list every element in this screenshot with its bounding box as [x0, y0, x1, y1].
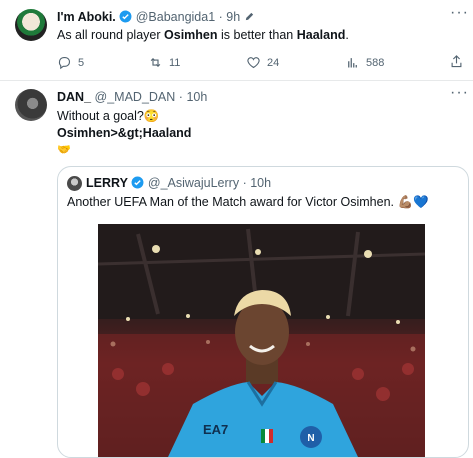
views-chart-icon	[348, 58, 357, 68]
flexed-biceps-emoji: 💪🏽	[397, 195, 414, 209]
reply-button[interactable]: 5	[57, 55, 84, 70]
reply-count: 5	[78, 56, 85, 69]
views-button[interactable]: 588	[345, 55, 384, 70]
share-button[interactable]	[449, 54, 464, 74]
handle[interactable]: @Babangida1	[136, 10, 215, 24]
quote-header: LERRY @_AsiwajuLerry · 10h	[86, 176, 271, 190]
separator-dot: ·	[178, 90, 183, 104]
text-segment: Without a goal?	[57, 109, 144, 123]
timestamp[interactable]: 10h	[186, 90, 207, 104]
blue-heart-emoji: 💙	[413, 195, 429, 209]
separator-dot: ·	[218, 10, 223, 24]
tweet-text: Without a goal?😳 Osimhen>&gt;Haaland 🤝	[57, 108, 191, 159]
reply-icon	[58, 56, 71, 70]
text-segment-bold: >&gt;	[110, 126, 143, 140]
like-count: 24	[267, 56, 280, 69]
text-segment-bold: Osimhen	[164, 28, 218, 42]
stadium-scene: N	[98, 224, 425, 457]
text-line: 🤝	[57, 142, 191, 159]
heart-icon	[247, 57, 260, 69]
text-segment: As all round player	[57, 28, 165, 42]
handshake-emoji: 🤝	[57, 144, 71, 156]
retweet-button[interactable]: 11	[148, 55, 180, 70]
handle[interactable]: @_MAD_DAN	[95, 90, 176, 104]
view-count: 588	[366, 56, 385, 69]
avatar	[67, 176, 82, 191]
quote-text: Another UEFA Man of the Match award for …	[67, 195, 429, 210]
tweet-header: I'm Aboki. @Babangida1 · 9h	[57, 10, 255, 24]
tweet-1[interactable]: I'm Aboki. @Babangida1 · 9h ··· As all r…	[0, 0, 473, 80]
text-segment-bold: Haaland	[142, 126, 192, 140]
retweet-count: 11	[169, 56, 181, 69]
tweet-header: DAN_ @_MAD_DAN · 10h	[57, 90, 207, 104]
flushed-face-emoji: 😳	[143, 109, 160, 123]
text-line: Osimhen>&gt;Haaland	[57, 125, 191, 142]
jersey-brand-label: EA7	[203, 422, 229, 437]
text-segment-bold: Haaland	[296, 28, 346, 42]
handle: @_AsiwajuLerry	[147, 176, 240, 190]
share-icon	[451, 55, 462, 68]
text-line: Without a goal?😳	[57, 108, 191, 125]
avatar[interactable]	[15, 9, 47, 41]
text-segment: is better than	[217, 28, 297, 42]
edit-pencil-icon	[245, 12, 253, 21]
text-segment: Another UEFA Man of the Match award for …	[67, 195, 395, 209]
timestamp: 10h	[250, 176, 272, 190]
display-name: LERRY	[86, 176, 128, 190]
verified-badge-icon	[119, 10, 132, 23]
svg-text:N: N	[307, 433, 314, 444]
more-options-icon[interactable]: ···	[450, 4, 469, 22]
text-segment: .	[345, 28, 349, 42]
timestamp[interactable]: 9h	[226, 10, 240, 24]
retweet-icon	[150, 57, 161, 68]
avatar[interactable]	[15, 89, 47, 121]
like-button[interactable]: 24	[246, 55, 279, 70]
media-photo[interactable]: N EA7	[98, 224, 425, 457]
tweet-text: As all round player Osimhen is better th…	[57, 28, 349, 42]
display-name[interactable]: DAN_	[57, 90, 91, 104]
verified-badge-icon	[131, 176, 144, 189]
quoted-tweet-card[interactable]: LERRY @_AsiwajuLerry · 10h Another UEFA …	[57, 166, 469, 458]
separator-dot: ·	[242, 176, 247, 190]
more-options-icon[interactable]: ···	[450, 84, 469, 102]
display-name[interactable]: I'm Aboki.	[57, 10, 116, 24]
text-segment-bold: Osimhen	[57, 126, 111, 140]
